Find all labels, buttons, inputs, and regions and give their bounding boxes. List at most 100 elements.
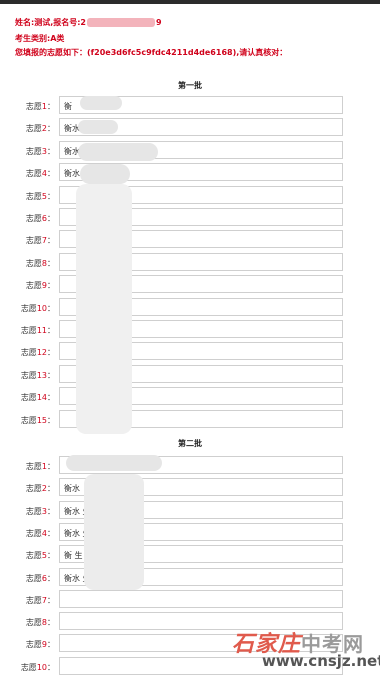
choice-number: 10 [36,303,47,313]
choice-label-colon: ： [47,258,55,268]
choice-number: 11 [36,326,47,335]
choice-label-colon: ： [47,528,55,538]
choice-label-colon: ： [47,618,55,628]
choice-label-text: 志愿 [25,258,42,268]
candidate-name-line: 姓名:测试,报名号:2 9 [15,17,162,28]
choice-label-colon: ： [47,124,55,134]
choice-label-text: 志愿 [25,528,42,538]
choice-label-colon: ： [47,573,55,583]
choice-row: 志愿8： [0,252,380,273]
choice-row: 志愿4： 衡水 [0,163,380,183]
choice-label: 志愿3： [0,146,55,157]
choice-label-colon: ： [47,214,55,223]
choice-row: 志愿5： [0,185,380,206]
choice-label: 志愿4： [0,528,55,539]
choice-row: 志愿7： [0,589,380,610]
choice-label: 志愿10： [0,303,55,314]
choice-label: 志愿13： [0,370,55,381]
choice-row: 志愿5： 衡 生 [0,545,380,565]
choice-label-colon: ： [47,393,55,403]
watermark-url: www.cnsjz.net [262,652,380,670]
choice-label: 志愿9： [0,280,55,291]
choice-label-colon: ： [47,146,55,156]
choice-row: 志愿12： [0,342,380,362]
choice-label: 志愿12： [0,347,55,358]
choice-number: 15 [36,415,47,425]
choice-label: 志愿1： [0,461,55,472]
choice-row: 志愿15： [0,409,380,430]
choice-label-text: 志愿 [25,281,42,291]
choice-label-text: 志愿 [25,640,42,650]
choice-label-text: 志愿 [25,102,42,111]
choice-label-text: 志愿 [25,124,42,134]
choice-label-text: 志愿 [25,484,42,494]
redaction-blur [78,120,118,134]
choice-label-colon: ： [47,462,55,471]
choice-label-text: 志愿 [20,326,37,335]
choice-label-colon: ： [47,595,55,605]
choice-number: 12 [36,348,47,358]
top-bar [0,0,380,4]
choice-number: 14 [36,393,47,403]
choice-value: 衡水 [64,169,80,179]
choice-row: 志愿7： [0,230,380,250]
choice-label-colon: ： [47,281,55,291]
choice-label: 志愿5： [0,191,55,202]
choice-label-text: 志愿 [20,662,37,672]
redacted-number [87,18,156,27]
redaction-blur [84,474,144,590]
choice-label-text: 志愿 [25,191,42,201]
choice-label: 志愿4： [0,168,55,179]
choice-label-text: 志愿 [20,348,37,358]
choice-number: 13 [36,370,47,380]
choice-row: 志愿6： [0,208,380,228]
choice-label-colon: ： [47,640,55,650]
choice-field[interactable] [59,589,343,608]
choice-row: 志愿14： [0,387,380,407]
choice-row: 志愿6： 衡水 生 [0,567,380,588]
choice-row: 志愿9： [0,275,380,295]
choice-label-colon: ： [47,370,55,380]
choice-label: 志愿3： [0,506,55,517]
choice-label-text: 志愿 [25,169,42,179]
choice-label-colon: ： [47,236,55,246]
choice-label-colon: ： [47,102,55,111]
choice-label: 志愿8： [0,617,55,628]
choice-label: 志愿10： [0,662,55,673]
redaction-blur [78,143,158,161]
choice-label-colon: ： [47,484,55,494]
choice-row: 志愿2： 衡水 [0,478,380,498]
choice-row: 志愿11： [0,320,380,340]
name-suffix: 9 [156,18,162,27]
choice-label: 志愿2： [0,123,55,134]
choice-value: 衡 生 [64,551,83,561]
choice-label-text: 志愿 [25,214,42,223]
choice-label-colon: ： [47,169,55,179]
choice-label-colon: ： [47,662,55,672]
choice-row: 志愿4： 衡水 生 [0,522,380,543]
choice-label-text: 志愿 [25,462,42,471]
notice-line: 您填报的志愿如下：(f20e3d6fc5c9fdc4211d4de6168),请… [15,48,288,57]
choice-row: 志愿2： 衡水 [0,118,380,138]
choice-label: 志愿7： [0,235,55,246]
batch2-title: 第二批 [178,439,202,448]
choice-label: 志愿7： [0,595,55,606]
name-prefix: 姓名:测试,报名号:2 [15,18,87,27]
redaction-blur [66,455,162,471]
choice-label-colon: ： [47,191,55,201]
choice-label: 志愿15： [0,415,55,426]
choice-label-text: 志愿 [25,146,42,156]
choice-label: 志愿1： [0,101,55,112]
choice-label: 志愿8： [0,258,55,269]
choice-label-text: 志愿 [20,370,37,380]
redaction-blur [76,184,132,434]
redaction-blur [80,164,130,184]
choice-label-text: 志愿 [25,506,42,516]
choice-row: 志愿3： 衡水 生 [0,500,380,521]
choice-label: 志愿9： [0,639,55,650]
choice-number: 10 [36,662,47,672]
choice-label-colon: ： [47,303,55,313]
choice-label-text: 志愿 [25,551,42,561]
choice-label-colon: ： [47,326,55,335]
choice-label-colon: ： [47,348,55,358]
